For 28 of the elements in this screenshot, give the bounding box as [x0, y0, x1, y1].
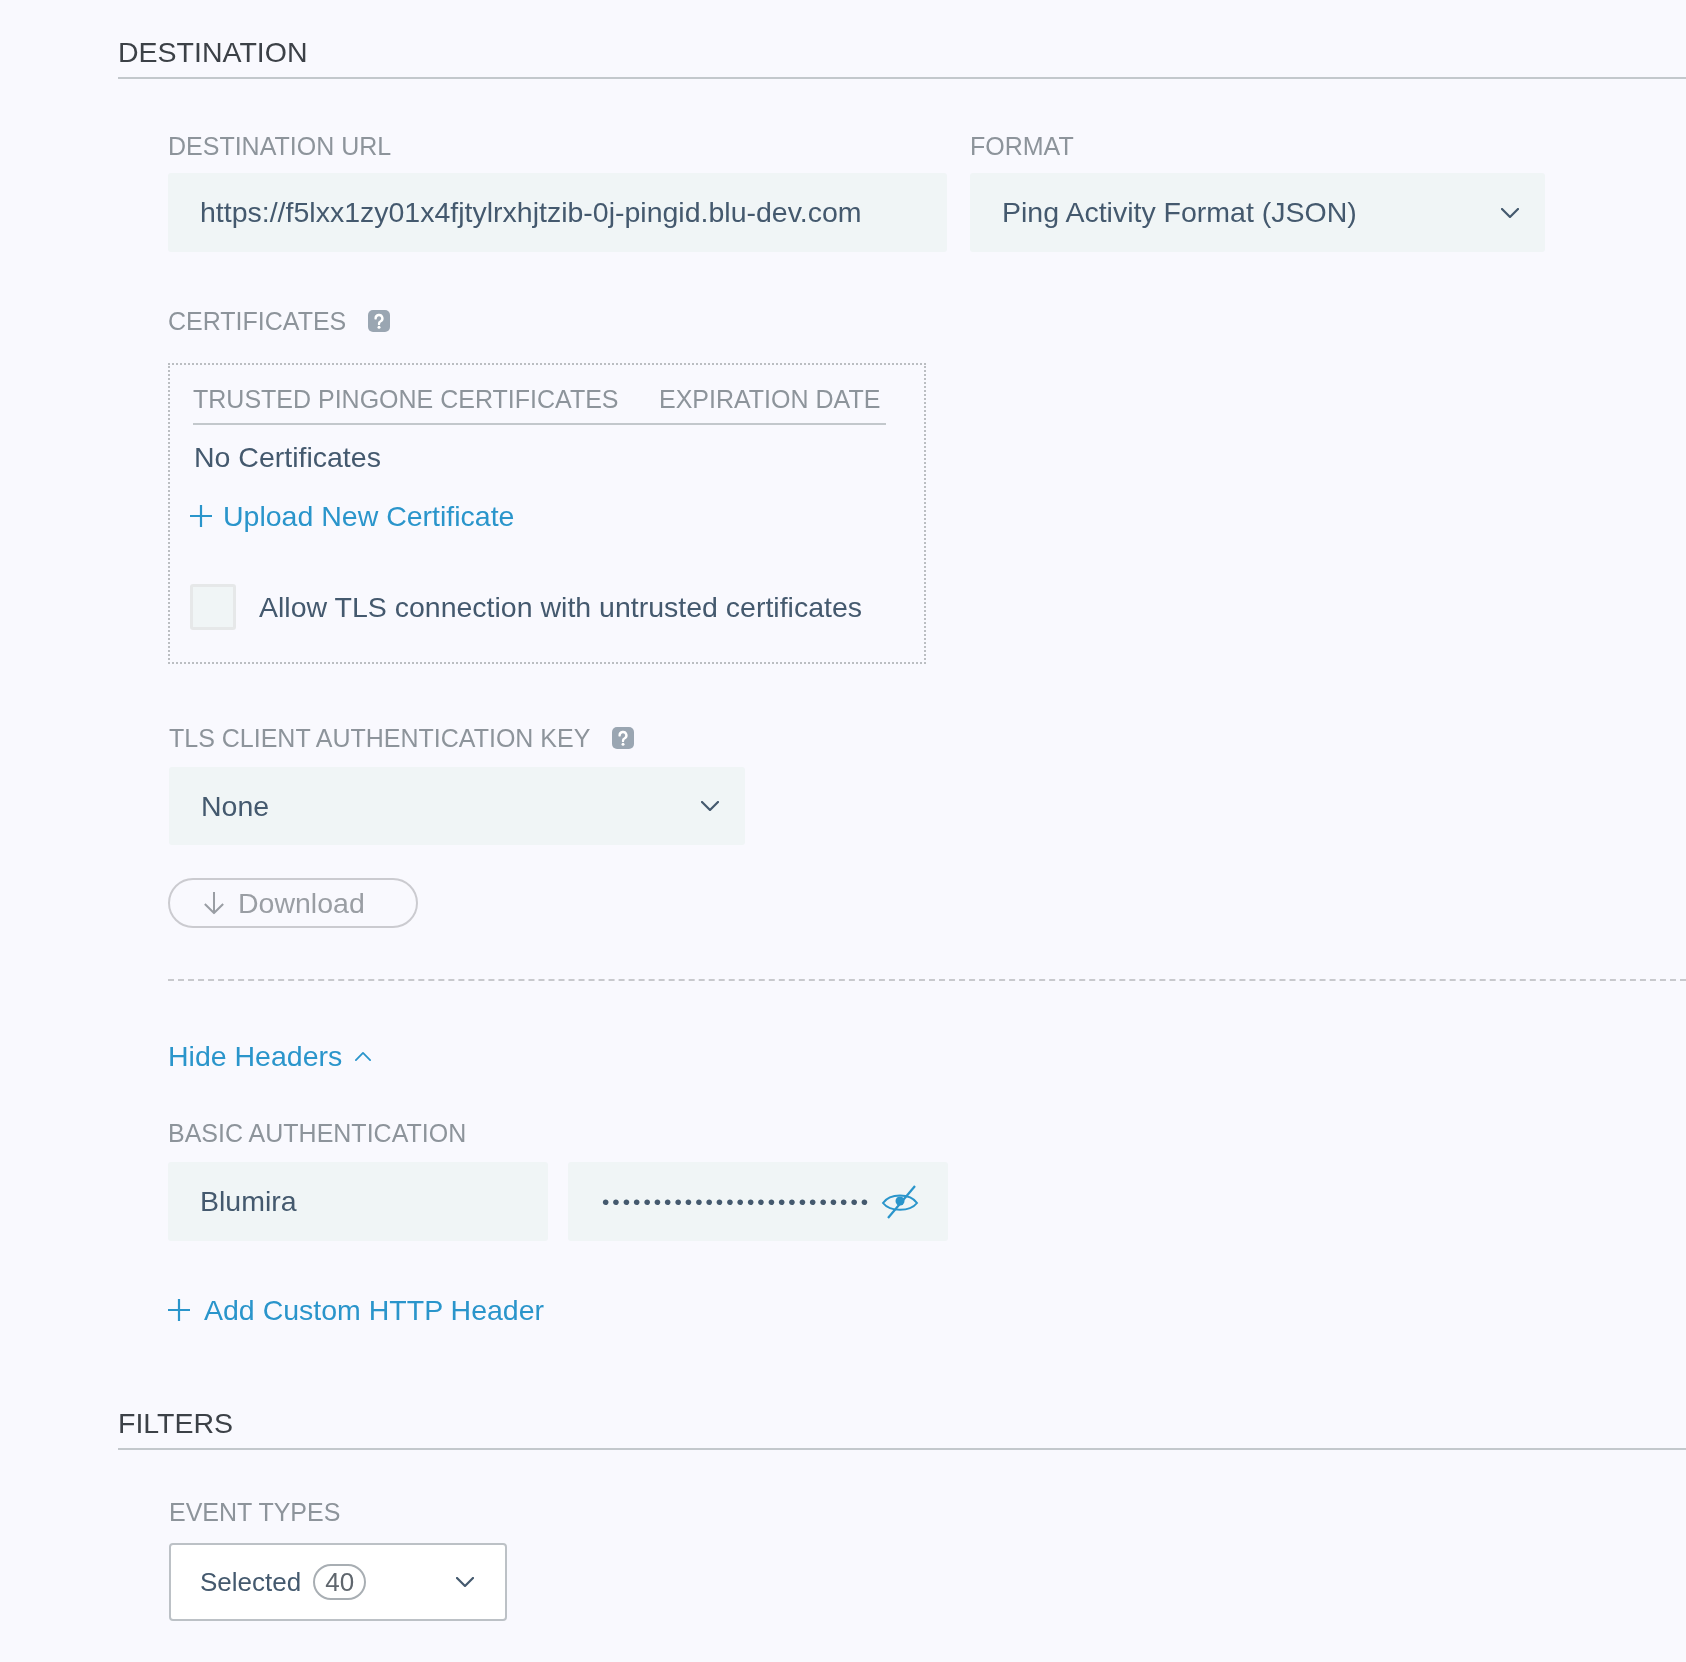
key-dropdown[interactable]: None: [169, 767, 745, 845]
column-header: EXPIRATION DATE: [659, 385, 882, 413]
eye-slash-icon[interactable]: [880, 1183, 920, 1220]
plus-icon: [190, 505, 212, 527]
download-icon: [203, 891, 225, 915]
chevron-down-icon: [456, 1577, 474, 1587]
field-label: FORMAT: [970, 132, 1074, 160]
plus-icon: [168, 1299, 190, 1321]
field-label: BASIC AUTHENTICATION: [168, 1119, 467, 1147]
field-label: DESTINATION URL: [168, 132, 392, 160]
checkbox-label: Allow TLS connection with untrusted certificates: [259, 590, 863, 624]
count-badge: 40: [313, 1564, 367, 1600]
url-input-field[interactable]: https://f5lxx1zy01x4fjtylrxhjtzib-0j-pingid.blu-dev.com: [168, 173, 947, 252]
column-header: TRUSTED PINGONE CERTIFICATES: [193, 385, 620, 413]
event-types-dropdown[interactable]: Selected 40: [169, 1543, 507, 1621]
empty-message: No Certificates: [194, 440, 381, 474]
format-dropdown[interactable]: Ping Activity Format (JSON): [970, 173, 1545, 252]
field-label: CERTIFICATES: [168, 307, 347, 335]
section-heading: FILTERS: [118, 1407, 234, 1439]
field-label: EVENT TYPES: [169, 1498, 341, 1526]
chevron-down-icon: [1501, 207, 1519, 218]
password-input-field[interactable]: ••••••••••••••••••••••••••: [568, 1162, 948, 1241]
field-label: TLS CLIENT AUTHENTICATION KEY: [169, 724, 591, 752]
username-input-field[interactable]: Blumira: [168, 1162, 548, 1241]
chevron-down-icon: [701, 801, 719, 811]
help-icon[interactable]: [368, 310, 391, 332]
section-heading: DESTINATION: [118, 36, 308, 68]
help-icon[interactable]: [612, 727, 635, 749]
